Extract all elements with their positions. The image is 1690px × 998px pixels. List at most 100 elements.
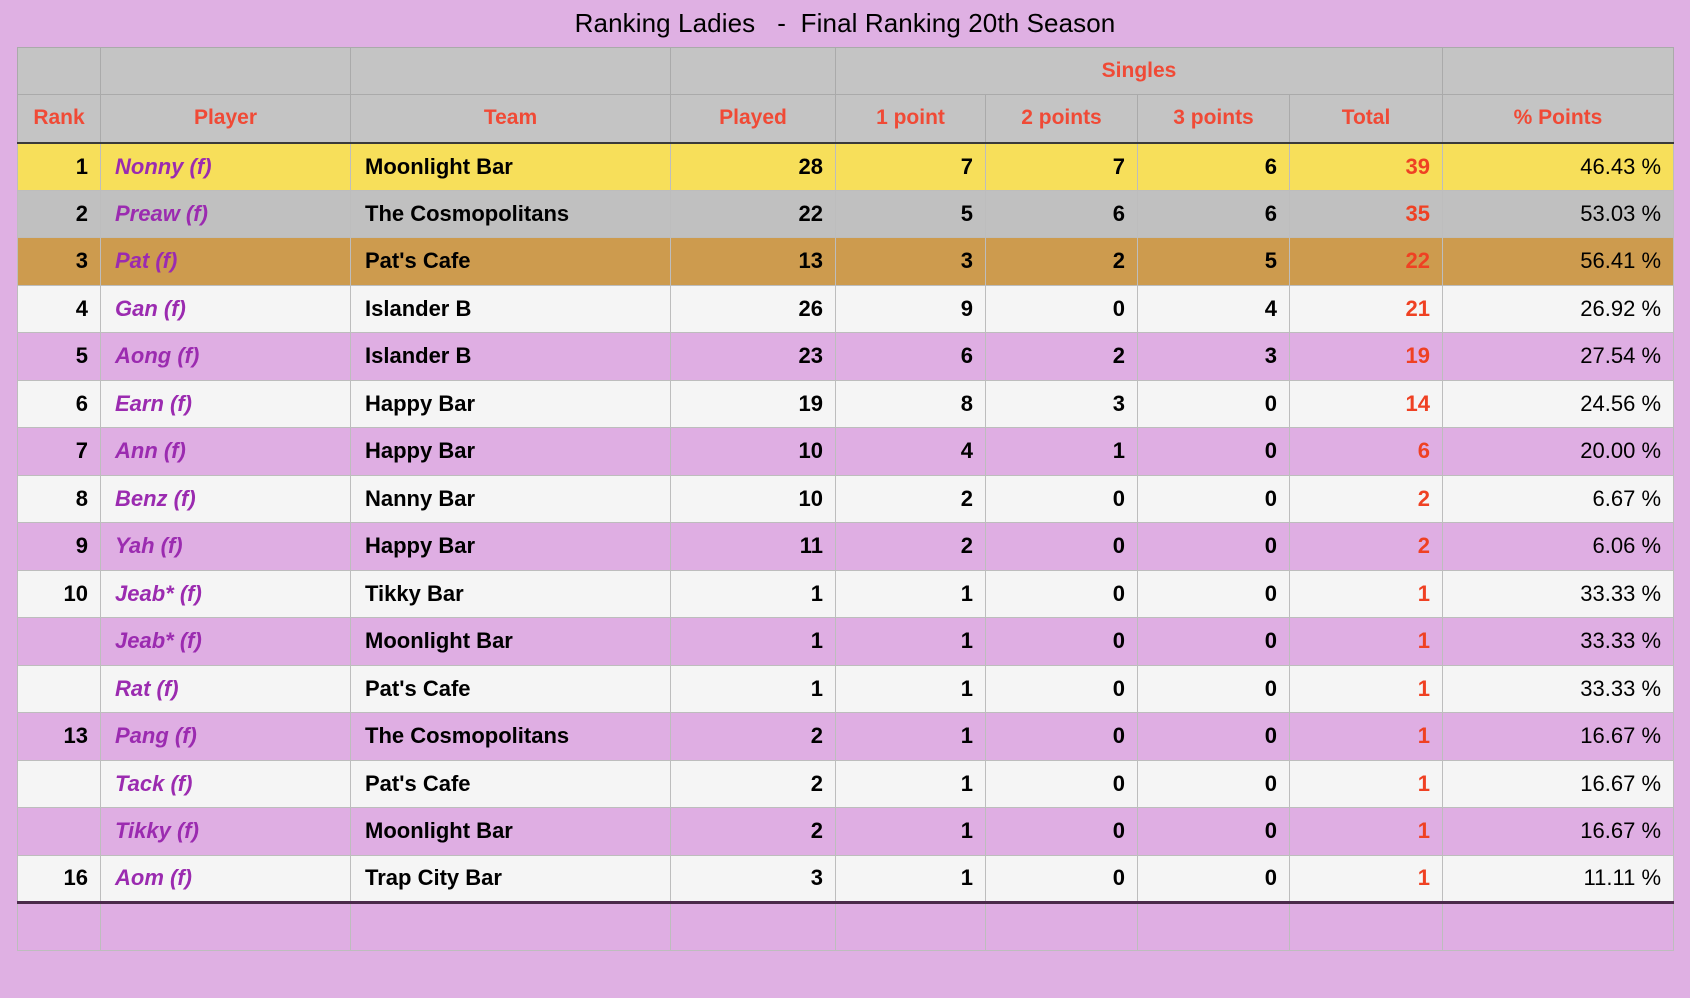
- column-header-rank[interactable]: Rank: [17, 94, 101, 144]
- cell-2points: 0: [985, 522, 1138, 571]
- cell-played: 2: [670, 712, 836, 761]
- cell-3points: 4: [1137, 284, 1290, 333]
- cell-team: Nanny Bar: [350, 474, 671, 523]
- cell-played: 1: [670, 664, 836, 713]
- cell-1point: 3: [835, 237, 986, 286]
- cell-total: 2: [1288, 522, 1444, 571]
- cell-player: Preaw (f): [100, 189, 351, 238]
- table-row[interactable]: Jeab* (f) Moonlight Bar 1 1 0 0 1 33.33 %: [17, 617, 1675, 666]
- column-header-total[interactable]: Total: [1288, 94, 1444, 144]
- cell-percent-points: 26.92 %: [1442, 284, 1675, 333]
- cell-player: Tack (f): [100, 759, 351, 808]
- table-row[interactable]: Tack (f) Pat's Cafe 2 1 0 0 1 16.67 %: [17, 759, 1675, 808]
- cell-team: Happy Bar: [350, 427, 671, 476]
- table-row[interactable]: Rat (f) Pat's Cafe 1 1 0 0 1 33.33 %: [17, 664, 1675, 713]
- cell-2points: 0: [985, 759, 1138, 808]
- table-row[interactable]: 7 Ann (f) Happy Bar 10 4 1 0 6 20.00 %: [17, 427, 1675, 476]
- column-header-1point[interactable]: 1 point: [835, 94, 986, 144]
- cell-1point: 1: [835, 617, 986, 666]
- column-header-2points[interactable]: 2 points: [985, 94, 1138, 144]
- cell-played: 11: [670, 522, 836, 571]
- cell-player: Tikky (f): [100, 807, 351, 856]
- cell-rank: 1: [17, 142, 101, 191]
- cell-percent-points: 53.03 %: [1442, 189, 1675, 238]
- table-body: 1 Nonny (f) Moonlight Bar 28 7 7 6 39 46.43 % 2 Pr…: [17, 142, 1675, 951]
- cell-player: Rat (f): [100, 664, 351, 713]
- cell-total: 14: [1288, 379, 1444, 428]
- cell-player: Aong (f): [100, 332, 351, 381]
- table-row[interactable]: 8 Benz (f) Nanny Bar 10 2 0 0 2 6.67 %: [17, 474, 1675, 523]
- cell-played: 1: [670, 569, 836, 618]
- cell-2points: 0: [985, 617, 1138, 666]
- cell-2points: 1: [985, 427, 1138, 476]
- cell-empty: [17, 902, 101, 951]
- cell-empty: [1442, 902, 1675, 951]
- cell-rank: 4: [17, 284, 101, 333]
- cell-played: 2: [670, 759, 836, 808]
- table-row[interactable]: 3 Pat (f) Pat's Cafe 13 3 2 5 22 56.41 %: [17, 237, 1675, 286]
- cell-team: The Cosmopolitans: [350, 712, 671, 761]
- cell-3points: 3: [1137, 332, 1290, 381]
- cell-team: Tikky Bar: [350, 569, 671, 618]
- cell-percent-points: 33.33 %: [1442, 569, 1675, 618]
- table-row[interactable]: 16 Aom (f) Trap City Bar 3 1 0 0 1 11.11 %: [17, 854, 1675, 904]
- cell-1point: 7: [835, 142, 986, 191]
- column-header-3points[interactable]: 3 points: [1137, 94, 1290, 144]
- table-row-partial[interactable]: [17, 902, 1675, 951]
- cell-3points: 6: [1137, 142, 1290, 191]
- cell-rank: [17, 664, 101, 713]
- cell-total: 1: [1288, 854, 1444, 904]
- cell-1point: 8: [835, 379, 986, 428]
- cell-percent-points: 33.33 %: [1442, 664, 1675, 713]
- cell-rank: 5: [17, 332, 101, 381]
- cell-player: Ann (f): [100, 427, 351, 476]
- table-row[interactable]: 4 Gan (f) Islander B 26 9 0 4 21 26.92 %: [17, 284, 1675, 333]
- column-header-team[interactable]: Team: [350, 94, 671, 144]
- cell-team: Happy Bar: [350, 522, 671, 571]
- cell-empty: [670, 902, 836, 951]
- cell-played: 2: [670, 807, 836, 856]
- cell-1point: 1: [835, 664, 986, 713]
- cell-rank: 16: [17, 854, 101, 904]
- cell-1point: 9: [835, 284, 986, 333]
- cell-3points: 0: [1137, 664, 1290, 713]
- table-row[interactable]: 13 Pang (f) The Cosmopolitans 2 1 0 0 1 16.67 %: [17, 712, 1675, 761]
- cell-percent-points: 27.54 %: [1442, 332, 1675, 381]
- cell-1point: 1: [835, 854, 986, 904]
- cell-rank: 6: [17, 379, 101, 428]
- table-row[interactable]: 1 Nonny (f) Moonlight Bar 28 7 7 6 39 46.43 %: [17, 142, 1675, 191]
- cell-2points: 0: [985, 569, 1138, 618]
- cell-played: 28: [670, 142, 836, 191]
- cell-1point: 1: [835, 712, 986, 761]
- cell-1point: 5: [835, 189, 986, 238]
- cell-empty: [985, 902, 1138, 951]
- cell-player: Gan (f): [100, 284, 351, 333]
- table-row[interactable]: Tikky (f) Moonlight Bar 2 1 0 0 1 16.67 %: [17, 807, 1675, 856]
- cell-played: 19: [670, 379, 836, 428]
- cell-2points: 0: [985, 712, 1138, 761]
- cell-player: Earn (f): [100, 379, 351, 428]
- group-header-spacer-player: [100, 47, 351, 95]
- column-header-percent-points[interactable]: % Points: [1442, 94, 1675, 144]
- cell-played: 13: [670, 237, 836, 286]
- cell-percent-points: 6.67 %: [1442, 474, 1675, 523]
- cell-3points: 0: [1137, 807, 1290, 856]
- cell-empty: [350, 902, 671, 951]
- table-row[interactable]: 5 Aong (f) Islander B 23 6 2 3 19 27.54 %: [17, 332, 1675, 381]
- cell-empty: [1137, 902, 1290, 951]
- cell-empty: [1288, 902, 1444, 951]
- cell-player: Pat (f): [100, 237, 351, 286]
- column-header-player[interactable]: Player: [100, 94, 351, 144]
- cell-percent-points: 16.67 %: [1442, 807, 1675, 856]
- cell-percent-points: 11.11 %: [1442, 854, 1675, 904]
- table-row[interactable]: 2 Preaw (f) The Cosmopolitans 22 5 6 6 35 53.03 …: [17, 189, 1675, 238]
- table-row[interactable]: 6 Earn (f) Happy Bar 19 8 3 0 14 24.56 %: [17, 379, 1675, 428]
- cell-player: Aom (f): [100, 854, 351, 904]
- cell-played: 26: [670, 284, 836, 333]
- cell-percent-points: 46.43 %: [1442, 142, 1675, 191]
- cell-team: Pat's Cafe: [350, 664, 671, 713]
- table-row[interactable]: 9 Yah (f) Happy Bar 11 2 0 0 2 6.06 %: [17, 522, 1675, 571]
- column-header-played[interactable]: Played: [670, 94, 836, 144]
- table-row[interactable]: 10 Jeab* (f) Tikky Bar 1 1 0 0 1 33.33 %: [17, 569, 1675, 618]
- title-bar: Ranking Ladies - Final Ranking 20th Seas…: [0, 0, 1690, 47]
